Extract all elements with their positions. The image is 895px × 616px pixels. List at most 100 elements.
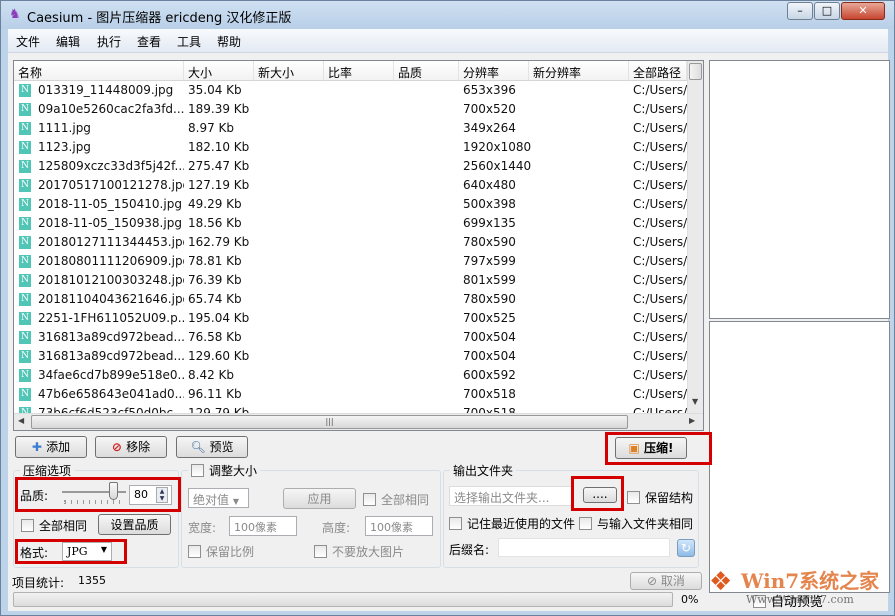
set-quality-button[interactable]: 设置品质: [98, 514, 171, 535]
file-resolution: 780x590: [463, 292, 516, 306]
table-row[interactable]: N 2018-11-05_150410.jpg 49.29 Kb 500x398 C:/…: [14, 195, 687, 214]
file-icon: N: [19, 312, 31, 325]
column-header[interactable]: 品质: [394, 61, 459, 81]
resize-mode-select[interactable]: 绝对值 ▼: [188, 488, 249, 508]
column-header[interactable]: 分辨率: [459, 61, 529, 81]
file-path: C:/Users/: [633, 197, 687, 211]
output-folder-input[interactable]: 选择输出文件夹...: [449, 486, 574, 506]
cancel-button[interactable]: ⊘ 取消: [630, 572, 702, 590]
table-row[interactable]: N 1111.jpg 8.97 Kb 349x264 C:/Users/: [14, 119, 687, 138]
same-as-input-checkbox[interactable]: 与输入文件夹相同: [579, 515, 693, 532]
remember-last-checkbox[interactable]: 记住最近使用的文件: [449, 515, 575, 532]
scroll-thumb-horizontal[interactable]: |||: [31, 415, 628, 429]
file-name: 2018-11-05_150410.jpg: [38, 197, 182, 211]
file-resolution: 700x504: [463, 349, 516, 363]
menu-help[interactable]: 帮助: [217, 33, 241, 50]
vertical-scrollbar[interactable]: ▼: [687, 61, 703, 413]
scroll-right-arrow-icon[interactable]: ▶: [689, 416, 695, 425]
file-icon: N: [19, 388, 31, 401]
suffix-label: 后缀名:: [449, 543, 490, 557]
file-name: 47b6e658643e041ad0...: [38, 387, 184, 401]
column-header[interactable]: 新分辨率: [529, 61, 629, 81]
add-button[interactable]: ✚ 添加: [15, 436, 87, 458]
column-header[interactable]: 全部路径: [629, 61, 687, 81]
compress-button[interactable]: ▣ 压缩!: [615, 437, 687, 459]
file-size: 65.74 Kb: [188, 292, 242, 306]
table-row[interactable]: N 20170517100121278.jpg 127.19 Kb 640x480 C:…: [14, 176, 687, 195]
column-header[interactable]: 比率: [324, 61, 394, 81]
width-input[interactable]: 100像素: [229, 516, 297, 536]
table-row[interactable]: N 20181104043621646.jpg 65.74 Kb 780x590 C:/…: [14, 290, 687, 309]
plus-icon: ✚: [31, 440, 47, 454]
scroll-left-arrow-icon[interactable]: ◀: [18, 416, 24, 425]
preview-button[interactable]: 🔍︎ 预览: [176, 436, 248, 458]
file-icon: N: [19, 84, 31, 97]
file-size: 275.47 Kb: [188, 159, 250, 173]
no-enlarge-checkbox[interactable]: 不要放大图片: [314, 543, 404, 560]
quality-slider-thumb[interactable]: [109, 482, 119, 500]
file-icon: N: [19, 198, 31, 211]
file-name: 20181104043621646.jpg: [38, 292, 184, 306]
column-header[interactable]: 大小: [184, 61, 254, 81]
refresh-icon[interactable]: ↻: [677, 539, 695, 557]
table-row[interactable]: N 20180127111344453.jpg 162.79 Kb 780x590 C:…: [14, 233, 687, 252]
file-path: C:/Users/: [633, 311, 687, 325]
quality-label: 品质:: [20, 489, 49, 503]
horizontal-scrollbar[interactable]: ◀ ||| ▶: [14, 413, 703, 430]
table-row[interactable]: N 47b6e658643e041ad0... 96.11 Kb 700x518 C:/…: [14, 385, 687, 404]
menu-tools[interactable]: 工具: [177, 33, 201, 50]
auto-preview-checkbox[interactable]: 自动预览: [753, 591, 823, 610]
file-icon: N: [19, 274, 31, 287]
table-row[interactable]: N 013319_11448009.jpg 35.04 Kb 653x396 C:/Us…: [14, 81, 687, 100]
table-row[interactable]: N 2251-1FH611052U09.p... 195.04 Kb 700x525 C…: [14, 309, 687, 328]
scroll-down-arrow-icon[interactable]: ▼: [692, 397, 698, 406]
resize-checkbox[interactable]: 调整大小: [188, 462, 261, 479]
table-row[interactable]: N 316813a89cd972bead... 76.58 Kb 700x504 C:/…: [14, 328, 687, 347]
file-name: 2251-1FH611052U09.p...: [38, 311, 184, 325]
menu-edit[interactable]: 编辑: [56, 33, 80, 50]
apply-button[interactable]: 应用: [283, 488, 356, 509]
keep-ratio-checkbox[interactable]: 保留比例: [188, 543, 254, 560]
file-path: C:/Users/: [633, 121, 687, 135]
table-row[interactable]: N 125809xczc33d3f5j42f... 275.47 Kb 2560x14…: [14, 157, 687, 176]
close-button[interactable]: ✕: [841, 2, 885, 20]
browse-button[interactable]: ....: [583, 487, 617, 503]
resize-all-same-checkbox[interactable]: 全部相同: [363, 491, 429, 508]
file-resolution: 801x599: [463, 273, 516, 287]
table-row[interactable]: N 34fae6cd7b899e518e0... 8.42 Kb 600x592 C:/…: [14, 366, 687, 385]
table-row[interactable]: N 20180801111206909.jpg 78.81 Kb 797x599 C:/…: [14, 252, 687, 271]
file-icon: N: [19, 236, 31, 249]
file-resolution: 780x590: [463, 235, 516, 249]
scroll-thumb[interactable]: [689, 63, 702, 80]
table-row[interactable]: N 20181012100303248.jpg 76.39 Kb 801x599 C:/…: [14, 271, 687, 290]
file-name: 1111.jpg: [38, 121, 91, 135]
quality-spin-arrows-icon[interactable]: ▲ ▼: [156, 487, 168, 503]
keep-structure-checkbox[interactable]: 保留结构: [627, 489, 693, 506]
table-row[interactable]: N 1123.jpg 182.10 Kb 1920x1080 C:/Users/: [14, 138, 687, 157]
height-input[interactable]: 100像素: [365, 516, 433, 536]
file-name: 316813a89cd972bead...: [38, 349, 184, 363]
table-row[interactable]: N 09a10e5260cac2fa3fd... 189.39 Kb 700x520 C…: [14, 100, 687, 119]
menu-view[interactable]: 查看: [137, 33, 161, 50]
file-list[interactable]: 名称 大小 新大小 比率 品质 分辨率 新分辨率 全部路径 N 013319_11448009.…: [13, 60, 704, 431]
preview-original-panel: [709, 60, 890, 319]
format-select[interactable]: JPG ▼: [62, 542, 112, 561]
column-header[interactable]: 新大小: [254, 61, 324, 81]
quality-all-same-checkbox[interactable]: 全部相同: [21, 517, 87, 534]
table-row[interactable]: N 316813a89cd972bead... 129.60 Kb 700x504 C:…: [14, 347, 687, 366]
dropdown-arrow-icon: ▼: [100, 545, 107, 554]
suffix-input[interactable]: [498, 538, 670, 557]
menu-run[interactable]: 执行: [97, 33, 121, 50]
menu-file[interactable]: 文件: [16, 33, 40, 50]
file-path: C:/Users/: [633, 140, 687, 154]
file-resolution: 600x592: [463, 368, 516, 382]
app-icon: ♞: [9, 7, 21, 22]
column-header[interactable]: 名称: [14, 61, 184, 81]
file-name: 013319_11448009.jpg: [38, 83, 174, 97]
remove-button[interactable]: ⊘ 移除: [95, 436, 167, 458]
file-resolution: 349x264: [463, 121, 516, 135]
maximize-button[interactable]: □: [814, 2, 840, 20]
minimize-button[interactable]: –: [787, 2, 813, 20]
table-row[interactable]: N 2018-11-05_150938.jpg 18.56 Kb 699x135 C:/…: [14, 214, 687, 233]
height-label: 高度:: [322, 521, 351, 535]
